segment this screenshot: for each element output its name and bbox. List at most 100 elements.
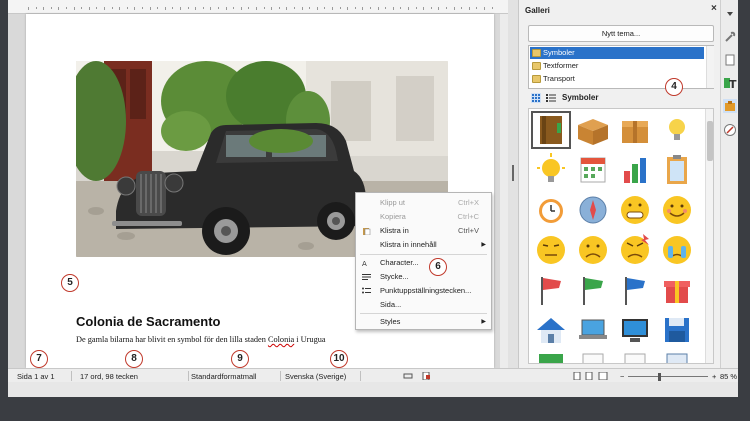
menu-item-bullets[interactable]: Punktuppställningstecken...: [356, 284, 491, 298]
scrollbar-thumb[interactable]: [707, 121, 713, 161]
page-count[interactable]: Sida 1 av 1: [17, 372, 55, 381]
view-layout-icons[interactable]: [573, 372, 609, 380]
zoom-in-button[interactable]: +: [712, 372, 716, 381]
current-theme-label: Symboler: [562, 93, 599, 102]
zoom-slider[interactable]: [628, 376, 708, 377]
document-vertical-scrollbar[interactable]: [500, 14, 508, 368]
document-body-text[interactable]: De gamla bilarna har blivit en symbol fö…: [76, 335, 326, 344]
close-icon[interactable]: ×: [711, 3, 717, 14]
zoom-level[interactable]: 85 %: [720, 372, 737, 381]
gallery-item-bar-chart[interactable]: [615, 151, 655, 189]
gallery-item-compass[interactable]: [573, 191, 613, 229]
gallery-item-laptop[interactable]: [573, 311, 613, 349]
gallery-item-frown-emoji[interactable]: [573, 231, 613, 269]
styles-icon[interactable]: T: [723, 76, 737, 90]
gallery-icon[interactable]: [723, 99, 737, 113]
gallery-item-lightbulb[interactable]: [657, 111, 697, 149]
theme-list-scrollbar[interactable]: [706, 46, 714, 88]
navigator-icon[interactable]: [723, 123, 737, 137]
word-count[interactable]: 17 ord, 98 tecken: [80, 372, 138, 381]
text-language[interactable]: Svenska (Sverige): [285, 372, 346, 381]
ruler-tick: [324, 7, 326, 9]
ruler-tick: [210, 7, 212, 10]
ruler-tick: [476, 7, 478, 9]
home-icon: [537, 318, 565, 343]
insert-mode-icon[interactable]: [403, 372, 413, 380]
gallery-item-neutral-emoji[interactable]: [531, 231, 571, 269]
window-bottom-edge: [8, 382, 738, 397]
gallery-item-partial[interactable]: [573, 351, 613, 363]
gallery-item-grid[interactable]: [528, 108, 714, 364]
zoom-slider-handle[interactable]: [658, 373, 661, 381]
ruler-tick: [392, 7, 394, 10]
sidebar-splitter[interactable]: [508, 0, 518, 368]
gallery-item-calendar[interactable]: [573, 151, 613, 189]
ruler-tick: [43, 7, 45, 10]
ruler-tick: [415, 7, 417, 9]
ruler-tick: [149, 7, 151, 10]
gallery-grid-scrollbar[interactable]: [705, 109, 713, 363]
theme-item-symboler[interactable]: Symboler: [530, 47, 704, 59]
document-modified-icon[interactable]: [421, 372, 431, 380]
gallery-item-crying-emoji[interactable]: [657, 231, 697, 269]
ruler-tick: [430, 7, 432, 9]
zoom-out-button[interactable]: −: [620, 372, 624, 381]
ruler-tick: [484, 7, 485, 10]
gallery-item-clipboard[interactable]: [657, 151, 697, 189]
misspelled-word[interactable]: Colonia: [268, 335, 294, 344]
menu-item-label: Stycke...: [380, 272, 409, 281]
list-view-icon[interactable]: [546, 93, 556, 103]
ruler-tick: [172, 7, 174, 9]
menu-item-copy[interactable]: Kopiera Ctrl+C: [356, 210, 491, 224]
theme-item-textformer[interactable]: Textformer: [530, 60, 704, 72]
gallery-item-home[interactable]: [531, 311, 571, 349]
menu-item-paste-special[interactable]: Klistra in innehåll ▶: [356, 238, 491, 252]
menu-item-page[interactable]: Sida...: [356, 298, 491, 312]
gallery-item-partial[interactable]: [615, 351, 655, 363]
icon-view-icon[interactable]: [531, 93, 541, 103]
ruler-tick: [316, 7, 318, 10]
status-separator: [71, 371, 72, 381]
gallery-item-lightbulb-on[interactable]: [531, 151, 571, 189]
calendar-icon: [580, 157, 606, 183]
gallery-item-grin-emoji[interactable]: [615, 191, 655, 229]
gallery-item-computer[interactable]: [615, 311, 655, 349]
ruler-tick: [164, 7, 166, 10]
gallery-item-alarm-clock[interactable]: [531, 191, 571, 229]
menu-item-cut[interactable]: Klipp ut Ctrl+X: [356, 196, 491, 210]
gallery-item-red-flag[interactable]: [531, 271, 571, 309]
ruler-tick: [278, 7, 280, 9]
status-separator: [188, 371, 189, 381]
theme-list[interactable]: Symboler Textformer Transport: [528, 45, 714, 89]
menu-item-paste[interactable]: Klistra in Ctrl+V: [356, 224, 491, 238]
gallery-item-partial[interactable]: [657, 351, 697, 363]
gallery-item-gift[interactable]: [657, 271, 697, 309]
gallery-item-partial[interactable]: [531, 351, 571, 363]
ruler-tick: [354, 7, 356, 9]
angry-emoji-icon: [621, 234, 649, 264]
splitter-grip[interactable]: [512, 165, 514, 181]
gallery-item-floppy-disk[interactable]: [657, 311, 697, 349]
gallery-item-book[interactable]: [531, 111, 571, 149]
page-icon[interactable]: [723, 53, 737, 67]
menu-icon[interactable]: [723, 6, 737, 20]
horizontal-ruler[interactable]: [8, 0, 508, 14]
menu-item-paragraph[interactable]: Stycke...: [356, 270, 491, 284]
gallery-item-smile-emoji[interactable]: [657, 191, 697, 229]
wrench-icon[interactable]: [723, 30, 737, 44]
menu-item-styles[interactable]: Styles ▶: [356, 315, 491, 329]
gallery-item-blue-flag[interactable]: [615, 271, 655, 309]
ruler-tick: [339, 7, 341, 9]
sidebar-tab-bar: T: [720, 0, 738, 368]
page-style[interactable]: Standardformatmall: [191, 372, 256, 381]
gallery-item-box-open[interactable]: [573, 111, 613, 149]
document-heading[interactable]: Colonia de Sacramento: [76, 314, 220, 329]
new-theme-button[interactable]: Nytt tema...: [528, 25, 714, 42]
menu-item-character[interactable]: A Character...: [356, 256, 491, 270]
document-icon: [624, 353, 646, 363]
gallery-title: Galleri: [525, 6, 550, 15]
gallery-item-boxes[interactable]: [615, 111, 655, 149]
gallery-item-green-flag[interactable]: [573, 271, 613, 309]
gallery-item-angry-emoji[interactable]: [615, 231, 655, 269]
compass-icon: [579, 196, 607, 224]
